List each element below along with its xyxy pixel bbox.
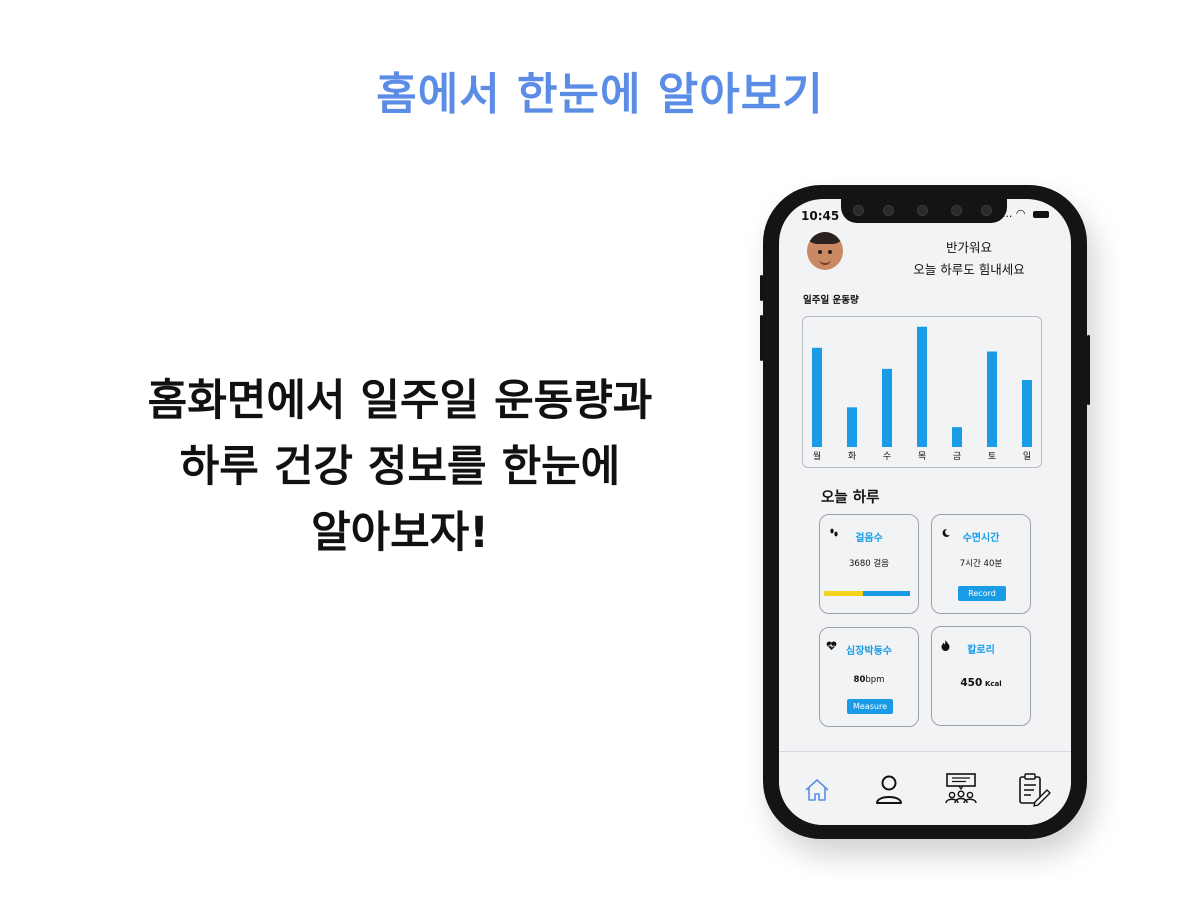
weekly-activity-chart: 월화수목금토일 xyxy=(802,316,1042,468)
heart-rate-value: 80bpm xyxy=(820,675,918,685)
camera-icon xyxy=(951,205,962,216)
camera-icon xyxy=(853,205,864,216)
headline-line-3: 알아보자! xyxy=(311,508,489,558)
avatar[interactable] xyxy=(807,232,843,270)
chart-tick-label: 일 xyxy=(1023,451,1031,462)
calorie-number: 450 xyxy=(960,677,983,689)
heart-rate-number: 80 xyxy=(853,675,866,685)
calorie-card[interactable]: 칼로리 450 Kcal xyxy=(931,626,1031,726)
chart-bar-1 xyxy=(847,407,857,447)
record-button[interactable]: Record xyxy=(958,586,1006,601)
status-time: 10:45 xyxy=(801,209,840,223)
page-title: 홈에서 한눈에 알아보기 xyxy=(376,69,824,120)
sleep-value: 7시간 40분 xyxy=(959,559,1003,569)
bar-chart-svg: 월화수목금토일 xyxy=(812,326,1032,462)
community-icon[interactable] xyxy=(941,770,981,810)
chart-bar-5 xyxy=(987,351,997,447)
measure-button[interactable]: Measure xyxy=(847,699,893,714)
chart-tick-label: 월 xyxy=(813,450,821,462)
chart-tick-label: 토 xyxy=(988,452,996,462)
headline: 홈화면에서 일주일 운동량과 하루 건강 정보를 한눈에 알아보자! xyxy=(100,368,700,566)
camera-icon xyxy=(981,205,992,216)
calorie-value: 450 Kcal xyxy=(932,677,1030,689)
phone-notch xyxy=(841,199,1007,223)
chart-bar-4 xyxy=(952,427,962,447)
heart-rate-unit: bpm xyxy=(865,675,885,685)
avatar-eye xyxy=(828,250,832,254)
headline-line-1: 홈화면에서 일주일 운동량과 xyxy=(147,376,653,426)
battery-icon xyxy=(1033,210,1049,218)
steps-title: 걸음수 xyxy=(855,533,883,544)
heart-rate-title: 심장박동수 xyxy=(846,646,892,657)
greeting-subtitle: 오늘 하루도 힘내세요 xyxy=(913,262,1025,277)
phone-mockup: 10:45 .... ◠ 반가워요 오늘 하루도 힘내세요 일주일 운동량 월 화… xyxy=(760,185,1090,839)
user-icon[interactable] xyxy=(869,770,909,810)
steps-value: 3680 걸음 xyxy=(849,559,889,569)
weekly-activity-label: 일주일 운동량 xyxy=(803,295,859,306)
phone-side-button xyxy=(760,275,763,301)
chart-bar-3 xyxy=(917,326,927,447)
sleep-card[interactable]: 수면시간 7시간 40분 Record xyxy=(931,514,1031,614)
phone-side-button xyxy=(1087,335,1090,405)
clipboard-edit-icon[interactable] xyxy=(1013,770,1053,810)
today-section-label: 오늘 하루 xyxy=(821,490,880,506)
bottom-tab-bar xyxy=(779,751,1071,825)
home-icon[interactable] xyxy=(797,770,837,810)
chart-tick-label: 화 xyxy=(848,451,856,462)
camera-icon xyxy=(883,205,894,216)
steps-card[interactable]: 걸음수 3680 걸음 xyxy=(819,514,919,614)
avatar-hair xyxy=(809,232,841,244)
phone-screen: 10:45 .... ◠ 반가워요 오늘 하루도 힘내세요 일주일 운동량 월 화… xyxy=(779,199,1071,825)
sleep-title: 수면시간 xyxy=(962,533,1000,544)
phone-side-button xyxy=(760,315,763,361)
chart-bar-6 xyxy=(1022,380,1032,447)
chart-bar-2 xyxy=(882,368,892,447)
steps-progress-fill xyxy=(824,591,863,596)
steps-progress-bar xyxy=(824,591,910,596)
headline-line-2: 하루 건강 정보를 한눈에 xyxy=(179,442,621,492)
chart-tick-label: 수 xyxy=(883,451,891,462)
calorie-title: 칼로리 xyxy=(967,645,995,656)
wifi-icon: ◠ xyxy=(1015,207,1026,220)
chart-tick-label: 금 xyxy=(953,451,961,462)
signal-dots: .... xyxy=(998,207,1013,220)
greeting-title: 반가워요 xyxy=(945,240,992,255)
status-icons: .... ◠ xyxy=(998,207,1049,220)
calorie-unit: Kcal xyxy=(984,680,1002,688)
heart-rate-card[interactable]: 심장박동수 80bpm Measure xyxy=(819,627,919,727)
chart-tick-label: 목 xyxy=(918,451,926,462)
chart-bar-0 xyxy=(812,347,822,447)
avatar-smile xyxy=(819,258,831,265)
avatar-eye xyxy=(818,250,822,254)
camera-icon xyxy=(917,205,928,216)
